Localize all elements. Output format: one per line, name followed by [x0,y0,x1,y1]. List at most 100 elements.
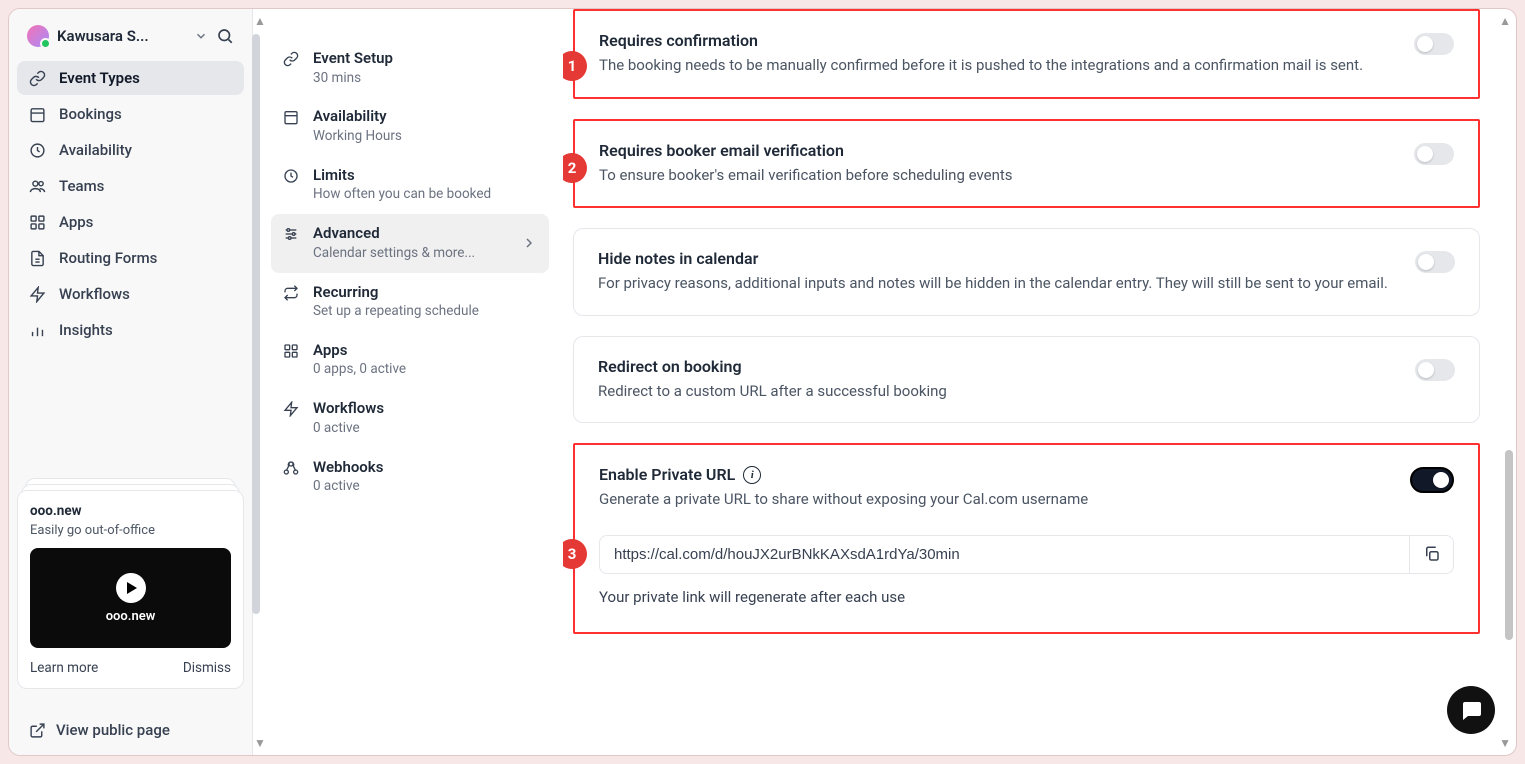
sliders-icon [283,226,301,242]
toggle-private-url[interactable] [1410,467,1454,493]
promo-card: ooo.new Easily go out-of-office ooo.new … [17,490,244,689]
card-requires-verification: Requires booker email verification To en… [573,119,1480,209]
calendar-icon [29,106,47,123]
toggle-requires-confirmation[interactable] [1414,33,1454,55]
sec-sub: How often you can be booked [313,185,491,204]
link-icon [29,70,47,87]
chat-launcher[interactable] [1447,686,1495,734]
sec-title: Advanced [313,224,475,244]
scroll-arrow-down-icon[interactable]: ▼ [254,736,266,750]
sec-title: Webhooks [313,458,383,478]
sidebar-item-event-types[interactable]: Event Types [17,61,244,95]
private-url-note: Your private link will regenerate after … [599,588,1454,606]
sidebar-item-label: Apps [59,213,93,231]
chevron-right-icon [521,235,537,251]
card-redirect: Redirect on booking Redirect to a custom… [573,336,1480,424]
card-title-text: Enable Private URL [599,465,735,484]
sec-sub: Working Hours [313,127,402,146]
file-icon [29,250,47,267]
card-hide-notes: Hide notes in calendar For privacy reaso… [573,228,1480,316]
sidebar-item-teams[interactable]: Teams [17,169,244,203]
public-page-label: View public page [56,721,170,739]
card-title: Redirect on booking [598,357,1399,376]
sidebar-item-routing-forms[interactable]: Routing Forms [17,241,244,275]
link-icon [283,51,301,67]
account-switcher[interactable]: Kawusara S... [17,19,244,61]
user-name: Kawusara S... [57,27,186,45]
chat-icon [1459,698,1483,722]
dismiss-link[interactable]: Dismiss [183,660,231,676]
sec-title: Availability [313,107,402,127]
sec-item-workflows[interactable]: Workflows 0 active [271,389,549,447]
card-title: Requires confirmation [599,31,1398,50]
sidebar-item-workflows[interactable]: Workflows [17,277,244,311]
toggle-hide-notes[interactable] [1415,251,1455,273]
sidebar-item-label: Insights [59,321,113,339]
bar-chart-icon [29,322,47,339]
learn-more-link[interactable]: Learn more [30,660,98,676]
zap-icon [29,286,47,303]
sidebar-item-label: Teams [59,177,104,195]
external-link-icon [29,722,46,739]
sec-item-apps[interactable]: Apps 0 apps, 0 active [271,331,549,389]
sidebar-item-bookings[interactable]: Bookings [17,97,244,131]
promo-video[interactable]: ooo.new [30,548,231,648]
card-private-url: Enable Private URL i Generate a private … [573,443,1480,634]
sec-item-limits[interactable]: Limits How often you can be booked [271,156,549,214]
scrollbar-thumb[interactable] [1505,450,1513,640]
card-title: Hide notes in calendar [598,249,1399,268]
zap-icon [283,401,301,417]
scrollbar-thumb[interactable] [252,34,260,614]
avatar [27,25,49,47]
copy-button[interactable] [1410,535,1454,574]
sec-sub: 0 apps, 0 active [313,360,406,379]
promo-desc: Easily go out-of-office [30,523,231,538]
sidebar: Kawusara S... Event Types Bookings [9,9,253,755]
promo-video-label: ooo.new [106,609,156,624]
users-icon [29,178,47,195]
grid-icon [29,214,47,231]
sec-title: Recurring [313,283,479,303]
copy-icon [1423,545,1441,563]
sec-sub: 30 mins [313,69,393,88]
card-requires-confirmation: Requires confirmation The booking needs … [573,9,1480,99]
sec-item-setup[interactable]: Event Setup 30 mins [271,39,549,97]
sidebar-item-label: Availability [59,141,132,159]
clock-icon [29,142,47,159]
scroll-arrow-up-icon[interactable]: ▲ [1499,14,1511,28]
main-content: 1 Requires confirmation The booking need… [563,9,1516,755]
scroll-arrow-down-icon[interactable]: ▼ [1499,736,1511,750]
toggle-requires-verification[interactable] [1414,143,1454,165]
calendar-icon [283,109,301,125]
sec-item-advanced[interactable]: Advanced Calendar settings & more... [271,214,549,272]
sidebar-item-apps[interactable]: Apps [17,205,244,239]
promo-title: ooo.new [30,503,231,519]
card-title: Enable Private URL i [599,465,1394,484]
grid-icon [283,343,301,359]
sec-item-webhooks[interactable]: Webhooks 0 active [271,448,549,506]
chevron-down-icon [194,29,208,43]
toggle-redirect[interactable] [1415,359,1455,381]
card-desc: For privacy reasons, additional inputs a… [598,272,1399,295]
primary-nav: Event Types Bookings Availability Teams … [17,61,244,347]
sec-item-recurring[interactable]: Recurring Set up a repeating schedule [271,273,549,331]
sec-sub: Calendar settings & more... [313,244,475,263]
sec-item-availability[interactable]: Availability Working Hours [271,97,549,155]
private-url-input[interactable] [599,535,1410,574]
card-desc: The booking needs to be manually confirm… [599,54,1398,77]
sidebar-item-insights[interactable]: Insights [17,313,244,347]
info-icon[interactable]: i [743,466,761,484]
sec-sub: 0 active [313,419,384,438]
sec-sub: 0 active [313,477,383,496]
sidebar-item-availability[interactable]: Availability [17,133,244,167]
card-desc: Generate a private URL to share without … [599,488,1394,511]
sec-title: Workflows [313,399,384,419]
view-public-page-link[interactable]: View public page [17,707,244,745]
card-desc: Redirect to a custom URL after a success… [598,380,1399,403]
sidebar-item-label: Bookings [59,105,122,123]
sec-title: Apps [313,341,406,361]
search-icon[interactable] [216,27,234,45]
sec-sub: Set up a repeating schedule [313,302,479,321]
play-icon [116,573,146,603]
scroll-arrow-up-icon[interactable]: ▲ [254,14,266,28]
